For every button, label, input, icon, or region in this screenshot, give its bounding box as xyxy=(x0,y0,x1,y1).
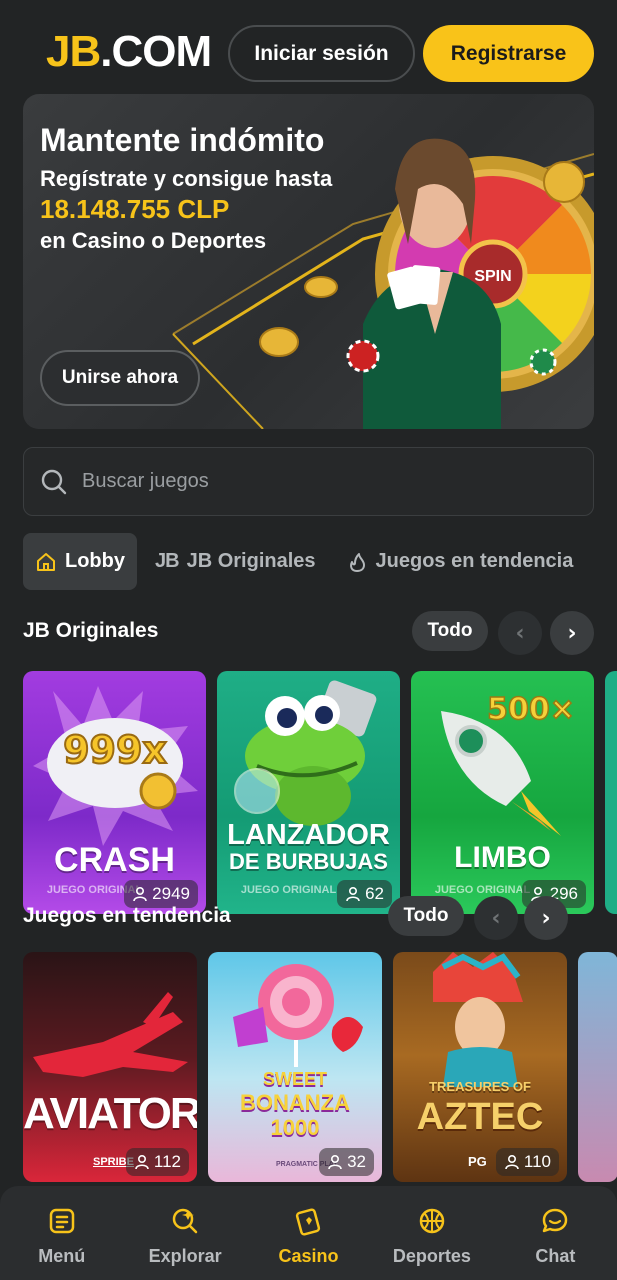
search-bar[interactable] xyxy=(23,447,594,516)
flame-icon xyxy=(349,552,365,572)
category-tabs: Lobby JB JB Originales Juegos en tendenc… xyxy=(23,533,585,590)
user-icon xyxy=(135,1154,149,1170)
players-badge: 112 xyxy=(125,1148,189,1176)
bottom-nav: Menú Explorar Casino Deportes Chat xyxy=(0,1186,617,1280)
tab-lobby[interactable]: Lobby xyxy=(23,533,137,590)
originals-view-all-button[interactable]: Todo xyxy=(412,611,488,651)
game-name-line2: AZTEC xyxy=(416,1096,544,1138)
home-icon xyxy=(37,552,55,571)
explore-icon xyxy=(172,1208,198,1234)
jb-logo[interactable]: JB.COM xyxy=(46,27,212,76)
provider-label: PG xyxy=(468,1154,487,1169)
game-name-line3: 1000 xyxy=(270,1115,320,1140)
wheel-label: SPIN xyxy=(474,268,511,285)
chat-icon xyxy=(543,1208,568,1233)
nav-chat-label: Chat xyxy=(535,1246,576,1266)
login-button[interactable]: Iniciar sesión xyxy=(228,25,415,82)
join-now-button[interactable]: Unirse ahora xyxy=(40,350,200,406)
banner-subtitle-2: en Casino o Deportes xyxy=(40,228,267,253)
nav-explore-label: Explorar xyxy=(148,1246,222,1266)
nav-chat[interactable]: Chat xyxy=(494,1186,617,1280)
originals-next-button[interactable]: › xyxy=(550,611,594,655)
register-button[interactable]: Registrarse xyxy=(423,25,594,82)
user-icon xyxy=(328,1154,342,1170)
tab-trending-label: Juegos en tendencia xyxy=(375,550,574,572)
search-icon xyxy=(41,469,67,494)
casino-icon xyxy=(295,1208,320,1236)
tab-jb-originals[interactable]: JB JB Originales xyxy=(143,533,328,590)
originals-prev-button[interactable]: ‹ xyxy=(498,611,542,655)
tab-trending[interactable]: Juegos en tendencia xyxy=(334,533,586,590)
game-name-line2: BONANZA xyxy=(240,1090,350,1115)
nav-casino-label: Casino xyxy=(278,1246,339,1266)
jb-icon: JB xyxy=(155,550,180,572)
rocket-art: 500× xyxy=(441,691,576,836)
game-name-limbo: LIMBO xyxy=(454,841,551,874)
game-card-sweet-bonanza[interactable]: SWEET BONANZA 1000 PRAGMATIC PLAY 32 xyxy=(208,952,382,1182)
banner-amount: 18.148.755 CLP xyxy=(40,194,230,224)
players-count: 32 xyxy=(347,1152,366,1171)
nav-casino[interactable]: Casino xyxy=(247,1186,370,1280)
trending-view-all-button[interactable]: Todo xyxy=(388,896,464,936)
basketball-icon xyxy=(419,1208,445,1234)
logo-com: .COM xyxy=(100,27,212,76)
game-name-line1: LANZADOR xyxy=(227,819,390,851)
trending-row: AVIATOR SPRIBE 112 SWEET BONANZA 1000 PR… xyxy=(23,952,617,1182)
game-card-partial[interactable] xyxy=(605,671,617,914)
game-name-crash: CRASH xyxy=(54,841,175,879)
limbo-art-text: 500× xyxy=(487,692,575,727)
nav-menu[interactable]: Menú xyxy=(0,1186,123,1280)
banner-subtitle: Regístrate y consigue hasta xyxy=(40,166,333,191)
players-badge: 32 xyxy=(319,1148,374,1176)
crocodile-art xyxy=(234,680,377,826)
game-name-line1: TREASURES OF xyxy=(429,1079,531,1094)
nav-sports-label: Deportes xyxy=(392,1246,471,1266)
crash-art-text: 999x xyxy=(63,728,167,772)
originals-row: 999x CRASH JUEGO ORIGINAL 2949 LANZADOR … xyxy=(23,671,617,914)
game-name-line1: SWEET xyxy=(262,1069,327,1089)
game-name-line2: DE BURBUJAS xyxy=(229,849,388,874)
game-card-treasures-of-aztec[interactable]: TREASURES OF AZTEC PG 110 xyxy=(393,952,567,1182)
trending-title: Juegos en tendencia xyxy=(23,904,231,927)
promo-banner[interactable]: SPIN Mantente indómito Regístrate y cons… xyxy=(23,94,594,429)
trending-next-button[interactable]: › xyxy=(524,896,568,940)
trending-header: Juegos en tendencia Todo ‹ › xyxy=(23,896,594,940)
logo-jb: JB xyxy=(46,27,101,76)
game-card-partial[interactable] xyxy=(578,952,617,1182)
players-count: 110 xyxy=(523,1152,551,1171)
header: JB.COM Iniciar sesión Registrarse xyxy=(0,0,617,92)
nav-explore[interactable]: Explorar xyxy=(123,1186,246,1280)
menu-icon xyxy=(49,1208,74,1234)
originals-title: JB Originales xyxy=(23,619,159,642)
tab-lobby-label: Lobby xyxy=(65,550,125,572)
game-card-limbo[interactable]: 500× LIMBO JUEGO ORIGINAL 296 xyxy=(411,671,594,914)
nav-sports[interactable]: Deportes xyxy=(370,1186,493,1280)
trending-prev-button[interactable]: ‹ xyxy=(474,896,518,940)
nav-menu-label: Menú xyxy=(38,1246,86,1266)
user-icon xyxy=(505,1154,519,1170)
tab-jb-originals-label: JB Originales xyxy=(186,550,316,572)
players-badge: 110 xyxy=(495,1148,559,1176)
originals-header: JB Originales Todo ‹ › xyxy=(23,611,594,655)
game-card-bubble-shooter[interactable]: LANZADOR DE BURBUJAS JUEGO ORIGINAL 62 xyxy=(217,671,400,914)
game-card-aviator[interactable]: AVIATOR SPRIBE 112 xyxy=(23,952,197,1182)
banner-title: Mantente indómito xyxy=(40,122,325,158)
search-input[interactable] xyxy=(82,470,562,493)
game-name-aviator: AVIATOR xyxy=(23,1089,197,1138)
players-count: 112 xyxy=(153,1152,181,1171)
game-card-crash[interactable]: 999x CRASH JUEGO ORIGINAL 2949 xyxy=(23,671,206,914)
